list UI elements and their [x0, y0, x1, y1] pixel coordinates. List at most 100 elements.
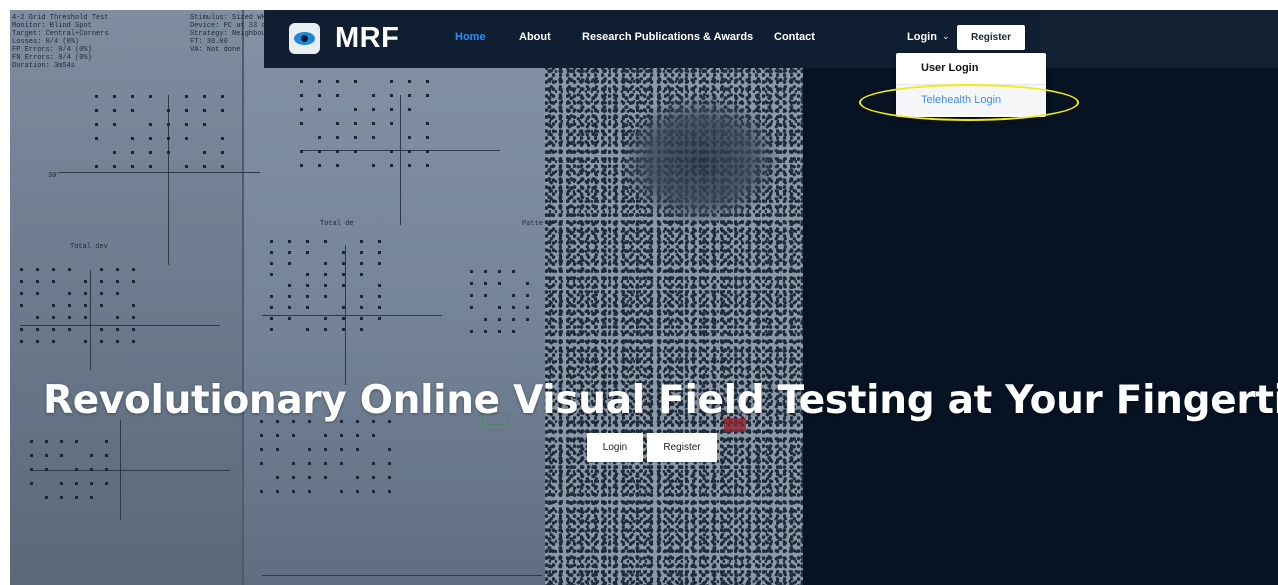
printout-dot — [324, 273, 327, 276]
printout-dot — [292, 476, 295, 479]
printout-dot — [426, 80, 429, 83]
printout-dot — [203, 95, 206, 98]
printout-dot — [90, 454, 93, 457]
printout-dot — [426, 94, 429, 97]
printout-dot — [68, 304, 71, 307]
printout-dot — [90, 482, 93, 485]
printout-dot — [408, 94, 411, 97]
crosshair-line — [262, 315, 442, 316]
printout-dot — [100, 280, 103, 283]
printout-dot — [372, 476, 375, 479]
printout-dot — [336, 164, 339, 167]
eye-logo-icon[interactable] — [289, 23, 320, 54]
printout-dot — [426, 150, 429, 153]
printout-dot — [203, 165, 206, 168]
printout-dot — [354, 108, 357, 111]
login-dropdown-toggle[interactable]: Login — [907, 31, 937, 43]
printout-dot — [390, 94, 393, 97]
printout-dot — [105, 440, 108, 443]
printout-dot — [318, 108, 321, 111]
printout-dot — [336, 94, 339, 97]
printout-dot — [131, 137, 134, 140]
printout-dot — [276, 490, 279, 493]
printout-dot — [470, 294, 473, 297]
printout-dot — [306, 328, 309, 331]
nav-link-home[interactable]: Home — [455, 31, 486, 43]
printout-dot — [132, 280, 135, 283]
printout-dot — [270, 328, 273, 331]
printout-dot — [60, 482, 63, 485]
printout-dot — [276, 476, 279, 479]
printout-dot — [167, 109, 170, 112]
printout-dot — [68, 268, 71, 271]
printout-dot — [324, 434, 327, 437]
nav-link-about[interactable]: About — [519, 31, 551, 43]
printout-dot — [378, 317, 381, 320]
printout-dot — [260, 434, 263, 437]
nav-link-research-publications[interactable]: Research Publications & Awards — [582, 31, 753, 43]
printout-dot — [30, 440, 33, 443]
printout-caption-left: 4-2 Grid Threshold Test Monitor: Blind S… — [12, 14, 109, 70]
printout-dot — [342, 317, 345, 320]
nav-link-contact[interactable]: Contact — [774, 31, 815, 43]
printout-dot — [149, 137, 152, 140]
printout-dot — [526, 294, 529, 297]
scotoma-patch — [620, 95, 780, 225]
printout-dot — [203, 151, 206, 154]
printout-dot — [408, 136, 411, 139]
printout-dot — [185, 95, 188, 98]
printout-dot — [292, 490, 295, 493]
printout-dot — [426, 122, 429, 125]
brand-name[interactable]: MRF — [335, 22, 399, 55]
printout-dot — [113, 123, 116, 126]
printout-dot — [221, 151, 224, 154]
printout-dot — [167, 123, 170, 126]
printout-dot — [340, 434, 343, 437]
crosshair-line — [345, 245, 346, 385]
printout-dot — [390, 80, 393, 83]
dropdown-item-user-login[interactable]: User Login — [896, 53, 1046, 83]
printout-dot — [308, 476, 311, 479]
printout-dot — [512, 294, 515, 297]
printout-dot — [306, 295, 309, 298]
printout-dot — [270, 262, 273, 265]
printout-dot — [378, 284, 381, 287]
printout-dot — [52, 340, 55, 343]
printout-dot — [95, 137, 98, 140]
printout-dot — [360, 317, 363, 320]
crosshair-line — [120, 420, 121, 520]
printout-dot — [20, 292, 23, 295]
printout-dot — [340, 490, 343, 493]
printout-dot — [372, 490, 375, 493]
printout-dot — [354, 80, 357, 83]
printout-dot — [388, 490, 391, 493]
printout-dot — [360, 306, 363, 309]
printout-dot — [90, 496, 93, 499]
nav-register-button[interactable]: Register — [957, 25, 1025, 50]
crosshair-line — [168, 95, 169, 265]
total-dev-label: Total dev — [70, 243, 108, 251]
printout-dot — [484, 318, 487, 321]
printout-dot — [324, 462, 327, 465]
printout-dot — [20, 280, 23, 283]
hero-login-button[interactable]: Login — [587, 433, 643, 462]
pattern-label: Patte — [522, 220, 544, 228]
printout-dot — [84, 304, 87, 307]
printout-dot — [20, 268, 23, 271]
hero-headline: Revolutionary Online Visual Field Testin… — [43, 378, 1278, 423]
page-border-top — [0, 0, 1278, 10]
printout-dot — [149, 95, 152, 98]
printout-dot — [342, 284, 345, 287]
printout-dot — [340, 462, 343, 465]
printout-dot — [372, 108, 375, 111]
printout-dot — [131, 165, 134, 168]
chevron-down-icon[interactable]: ⌄ — [942, 31, 950, 42]
printout-dot — [360, 262, 363, 265]
printout-dot — [75, 496, 78, 499]
printout-dot — [526, 282, 529, 285]
printout-dot — [100, 292, 103, 295]
hero-register-button[interactable]: Register — [647, 433, 717, 462]
hero-section: 4-2 Grid Threshold Test Monitor: Blind S… — [0, 0, 1278, 585]
printout-dot — [372, 122, 375, 125]
printout-dot — [185, 123, 188, 126]
